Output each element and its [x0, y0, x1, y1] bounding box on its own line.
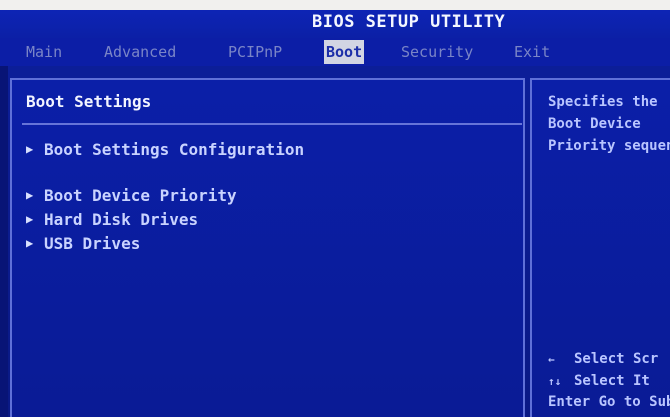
tab-advanced[interactable]: Advanced	[104, 40, 176, 64]
help-text-line: Priority sequen	[548, 138, 670, 154]
app-title: BIOS SETUP UTILITY	[312, 12, 506, 32]
section-title: Boot Settings	[26, 92, 152, 111]
tab-boot[interactable]: Boot	[324, 40, 365, 64]
menu-item-hard-disk-drives[interactable]: ▶ Hard Disk Drives	[26, 210, 198, 229]
key-hint-select-item: ↑↓ Select It	[548, 373, 650, 389]
tab-exit[interactable]: Exit	[514, 40, 550, 64]
up-down-arrow-icon: ↑↓	[548, 375, 562, 388]
bios-screen: BIOS SETUP UTILITY Main Advanced PCIPnP …	[0, 0, 670, 417]
right-triangle-icon: ▶	[26, 212, 34, 226]
menu-item-usb-drives[interactable]: ▶ USB Drives	[26, 234, 140, 253]
tab-security[interactable]: Security	[401, 40, 473, 64]
right-triangle-icon: ▶	[26, 142, 34, 156]
tab-pcipnp[interactable]: PCIPnP	[228, 40, 282, 64]
menu-item-label: Boot Device Priority	[44, 186, 237, 205]
key-hint-enter: Enter Go to Sub	[548, 394, 670, 410]
right-triangle-icon: ▶	[26, 188, 34, 202]
right-triangle-icon: ▶	[26, 236, 34, 250]
key-hint-text: Select It	[574, 373, 650, 389]
tab-main[interactable]: Main	[26, 40, 62, 64]
menu-item-label: USB Drives	[44, 234, 141, 253]
menu-item-boot-settings-configuration[interactable]: ▶ Boot Settings Configuration	[26, 140, 304, 159]
menu-item-boot-device-priority[interactable]: ▶ Boot Device Priority	[26, 186, 237, 205]
key-hint-text: Select Scr	[574, 351, 659, 367]
menu-item-label: Boot Settings Configuration	[44, 140, 305, 159]
left-arrow-icon: ←	[548, 353, 555, 366]
help-text-line: Specifies the	[548, 94, 658, 110]
left-margin	[0, 66, 8, 417]
key-hint-text: Enter Go to Sub	[548, 394, 670, 410]
screen-bezel	[0, 0, 670, 10]
section-divider	[22, 123, 522, 125]
key-hint-select-screen: ← Select Scr	[548, 351, 658, 367]
menu-item-label: Hard Disk Drives	[44, 210, 199, 229]
help-text-line: Boot Device	[548, 116, 641, 132]
